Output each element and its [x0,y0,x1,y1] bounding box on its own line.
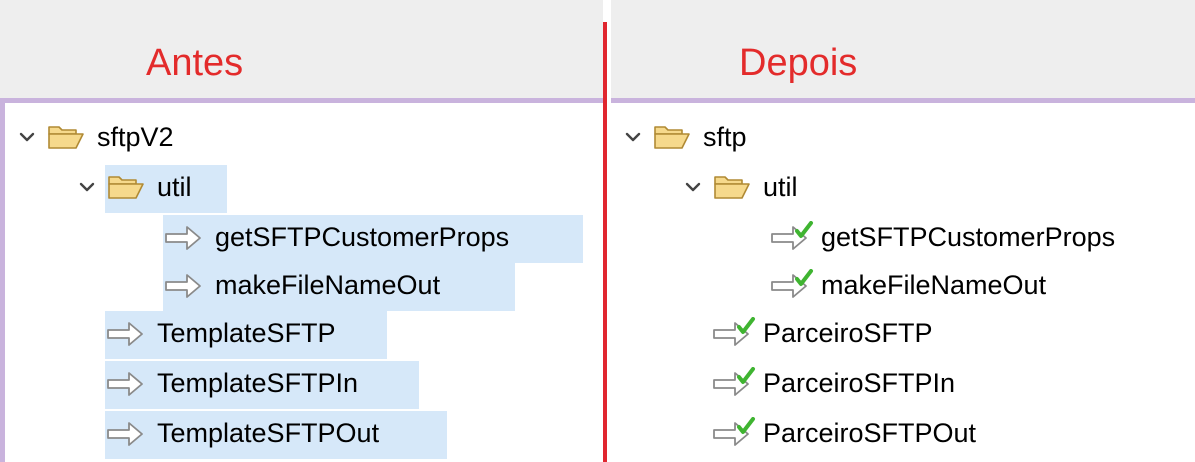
tree-node-label: TemplateSFTPIn [157,368,359,398]
before-label: Antes [146,42,244,84]
tree-node-label: getSFTPCustomerProps [821,222,1116,252]
before-header: Antes [0,0,603,98]
tree-node-service[interactable]: ParceiroSFTP [711,311,933,355]
tree-node-service[interactable]: TemplateSFTPOut [105,411,379,455]
chevron-down-icon[interactable] [621,115,645,159]
chevron-down-icon[interactable] [75,165,99,209]
tree-node-label: util [763,172,798,202]
folder-open-icon [653,115,691,159]
tree-node-label: TemplateSFTP [157,318,336,348]
tree-node-service[interactable]: TemplateSFTPIn [105,361,358,405]
before-panel: Antes sftpV2 util getSFTPCustomerProps make… [0,0,603,462]
tree-node-label: ParceiroSFTPIn [763,368,956,398]
chevron-down-icon[interactable] [681,165,705,209]
tree-node-service[interactable]: makeFileNameOut [163,263,440,307]
after-label: Depois [739,42,858,84]
tree-node-service[interactable]: TemplateSFTP [105,311,336,355]
service-arrow-icon [105,411,151,455]
after-panel: Depois sftp util getSFTPCustomerProps makeF… [611,0,1195,462]
folder-open-icon [713,165,751,209]
before-tree: sftpV2 util getSFTPCustomerProps makeFileNa… [0,98,603,462]
service-checked-icon [769,263,815,307]
folder-open-icon [47,115,85,159]
service-checked-icon [711,311,757,355]
service-arrow-icon [105,361,151,405]
tree-node-service[interactable]: ParceiroSFTPOut [711,411,976,455]
tree-node-service[interactable]: getSFTPCustomerProps [769,215,1115,259]
service-arrow-icon [105,311,151,355]
tree-node-label: ParceiroSFTPOut [763,418,977,448]
tree-node-label: util [157,172,192,202]
chevron-down-icon[interactable] [15,115,39,159]
service-arrow-icon [163,263,209,307]
tree-node-label: sftpV2 [97,122,174,152]
tree-node-label: makeFileNameOut [215,270,441,300]
service-checked-icon [769,215,815,259]
folder-open-icon [107,165,145,209]
tree-node-label: TemplateSFTPOut [157,418,380,448]
tree-node-folder[interactable]: util [75,165,192,209]
after-tree: sftp util getSFTPCustomerProps makeFileName… [611,98,1195,462]
tree-node-label: sftp [703,122,747,152]
tree-node-service[interactable]: makeFileNameOut [769,263,1046,307]
after-header: Depois [611,0,1195,98]
service-checked-icon [711,361,757,405]
tree-node-folder[interactable]: sftpV2 [15,115,174,159]
tree-node-label: ParceiroSFTP [763,318,933,348]
tree-node-folder[interactable]: sftp [621,115,747,159]
panel-separator [603,22,607,462]
tree-node-service[interactable]: getSFTPCustomerProps [163,215,509,259]
tree-node-label: makeFileNameOut [821,270,1047,300]
service-arrow-icon [163,215,209,259]
service-checked-icon [711,411,757,455]
tree-node-service[interactable]: ParceiroSFTPIn [711,361,955,405]
tree-node-label: getSFTPCustomerProps [215,222,510,252]
tree-node-folder[interactable]: util [681,165,798,209]
